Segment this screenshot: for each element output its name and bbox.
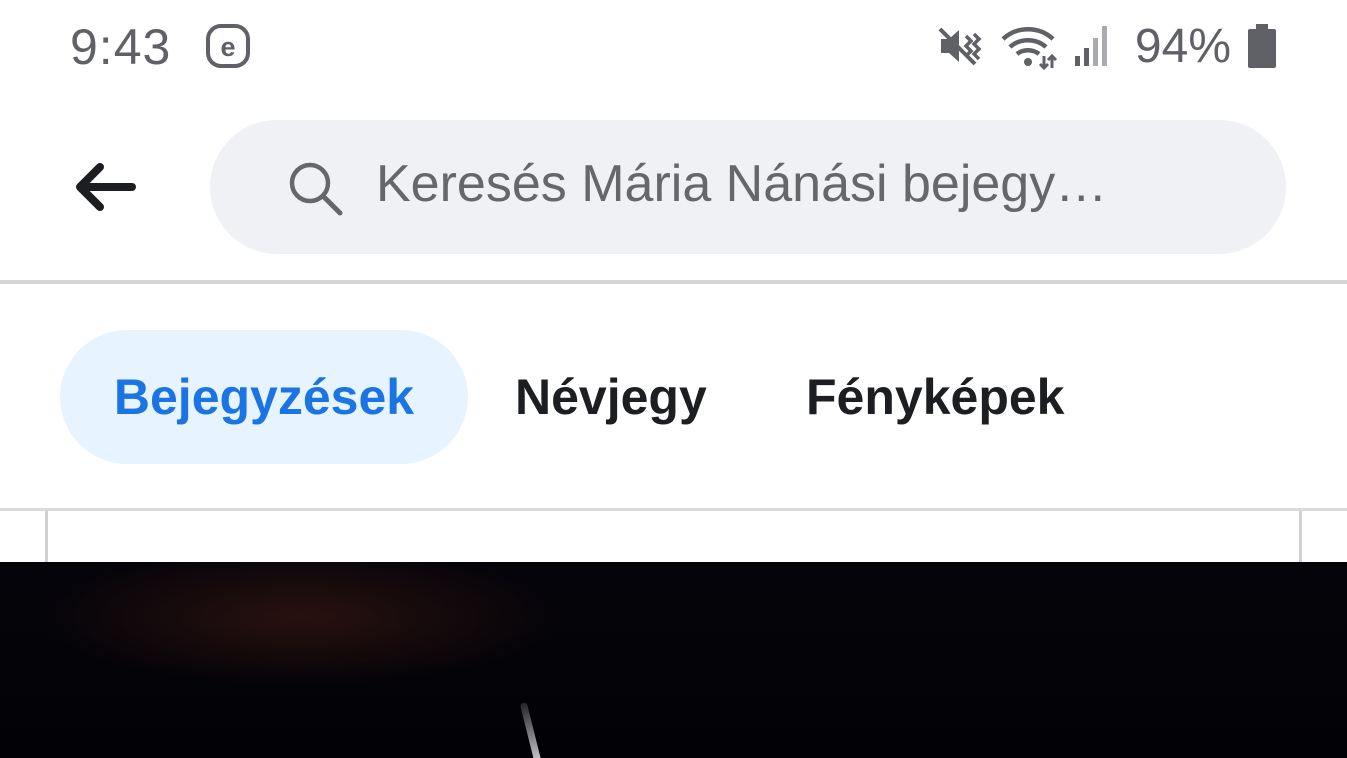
- svg-text:e: e: [220, 32, 235, 62]
- screen: 9:43 e 94% Keresés Mária Nánási bejegy… …: [0, 0, 1347, 758]
- arrow-left-icon: [76, 163, 136, 211]
- post-photo[interactable]: [0, 562, 1347, 758]
- search-placeholder: Keresés Mária Nánási bejegy…: [376, 155, 1108, 213]
- back-button[interactable]: [60, 152, 150, 222]
- status-time: 9:43: [70, 19, 172, 75]
- photo-light-streak: [519, 702, 542, 758]
- e-circle-icon: e: [206, 24, 250, 68]
- battery-percent: 94%: [1134, 19, 1231, 73]
- magnifier-icon: [289, 162, 343, 216]
- search-input[interactable]: Keresés Mária Nánási bejegy…: [210, 120, 1286, 254]
- tab-bejegyzesek[interactable]: Bejegyzések: [60, 330, 468, 464]
- battery-icon: [1248, 24, 1276, 68]
- card-border-right: [1299, 511, 1302, 562]
- wifi-icon: [1001, 27, 1057, 70]
- tab-fenykepek[interactable]: Fényképek: [806, 330, 1064, 464]
- status-icons: 94%: [935, 18, 1277, 74]
- status-bar: 9:43 e 94%: [0, 0, 1347, 96]
- post-card: [0, 511, 1347, 562]
- mute-vibrate-icon: [938, 27, 982, 66]
- search-header: Keresés Mária Nánási bejegy…: [0, 96, 1347, 282]
- tab-nevjegy[interactable]: Névjegy: [515, 330, 707, 464]
- tabs-bar: Bejegyzések Névjegy Fényképek: [0, 284, 1347, 508]
- card-border-left: [45, 511, 48, 562]
- signal-icon: [1074, 26, 1107, 66]
